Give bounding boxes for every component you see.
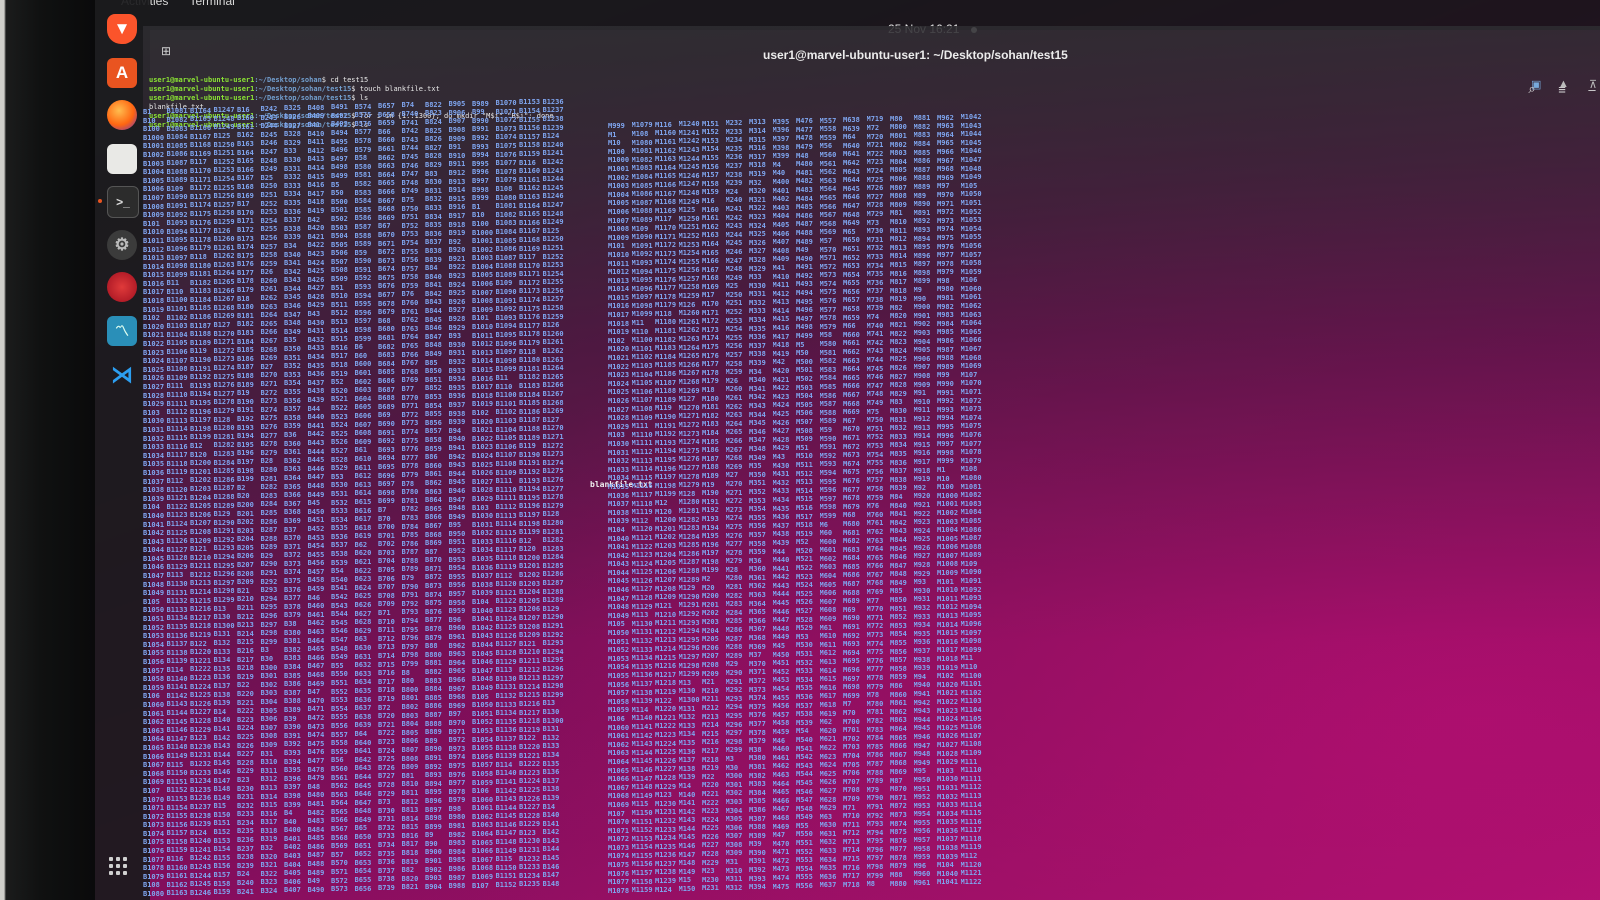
listing-column: M999 M1 M10 M100 M1000 M1001 M1002 M1003… — [608, 122, 630, 895]
listing-column: B1164 B1165 B1166 B1167 B1168 B1169 B117… — [190, 106, 212, 897]
listing-column: B989 B99 B990 B991 B992 B993 B994 B995 B… — [472, 99, 494, 890]
listing-column: M1240 M1241 M1242 M1243 M1244 M1245 M124… — [678, 120, 700, 894]
listing-column: M1079 M108 M1080 M1081 M1082 M1083 M1084… — [631, 121, 653, 895]
prompt-path: :~/Desktop/sohan/test15 — [254, 85, 352, 93]
listing-column: M557 M558 M559 M56 M560 M561 M562 M563 M… — [819, 116, 837, 890]
listing-column: M116 M1160 M1161 M1162 M1163 M1164 M1165… — [655, 120, 677, 894]
command-text: $ ls — [351, 94, 369, 102]
desktop-screen: Activities Terminal 25 Nov 16:21 ▼ A >_ … — [95, 0, 1600, 900]
listing-column: B657 B658 B659 B66 B660 B661 B662 B663 B… — [378, 102, 395, 893]
firefox-icon[interactable] — [107, 100, 137, 130]
listing-column: M638 M639 M64 M640 M641 M642 M643 M644 M… — [843, 116, 860, 889]
prompt-user: user1@marvel-ubuntu-user1 — [149, 76, 255, 84]
hamburger-menu-icon[interactable]: ≡ — [1551, 78, 1573, 100]
prompt-path: :~/Desktop/sohan/test15 — [254, 94, 352, 102]
settings-icon[interactable]: ⚙ — [107, 230, 137, 260]
directory-listing-left: B1 B10 B100 B1000 B1001 B1002 B1003 B100… — [143, 98, 566, 899]
listing-column: B1247 B1248 B1249 B125 B1250 B1251 B1252… — [213, 106, 235, 897]
listing-column: B822 B823 B824 B825 B826 B827 B828 B829 … — [425, 100, 442, 891]
listing-column: B74 B740 B741 B742 B743 B744 B745 B746 B… — [401, 101, 419, 892]
terminal-header: ⊞ user1@marvel-ubuntu-user1: ~/Desktop/s… — [143, 26, 1600, 97]
listing-column: B325 B326 B327 B328 B329 B33 B330 B331 B… — [284, 104, 301, 895]
terminal-title: user1@marvel-ubuntu-user1: ~/Desktop/soh… — [763, 48, 1068, 62]
listing-column: B242 B243 B244 B245 B246 B247 B248 B249 … — [260, 105, 278, 896]
terminal-icon[interactable]: >_ — [98, 186, 139, 218]
system-monitor-icon[interactable]: 〽 — [107, 316, 137, 346]
search-icon[interactable]: ⌕ — [1521, 78, 1543, 100]
prompt-user: user1@marvel-ubuntu-user1 — [149, 85, 255, 93]
listing-column: B1 B10 B100 B1000 B1001 B1002 B1003 B100… — [143, 108, 165, 899]
listing-column: B1236 B1237 B1238 B1239 B124 B1240 B1241… — [542, 97, 564, 888]
listing-column: M719 M72 M720 M721 M722 M723 M724 M725 M… — [866, 115, 884, 889]
show-apps-icon[interactable] — [109, 857, 127, 875]
command-line: user1@marvel-ubuntu-user1:~/Desktop/soha… — [149, 85, 554, 94]
listing-column: B1081 B1082 B1083 B1084 B1085 B1086 B108… — [166, 107, 188, 898]
listing-column: M881 M882 M883 M884 M885 M886 M887 M888 … — [913, 114, 931, 888]
app-center-icon[interactable]: A — [107, 58, 137, 88]
prompt-path: :~/Desktop/sohan — [254, 76, 322, 84]
terminal-window[interactable]: ⊞ user1@marvel-ubuntu-user1: ~/Desktop/s… — [143, 26, 1600, 900]
listing-column: B574 B575 B576 B577 B578 B579 B58 B580 B… — [354, 102, 372, 893]
raspberry-pi-icon[interactable] — [107, 272, 137, 302]
directory-listing-right: M999 M1 M10 M100 M1000 M1001 M1002 M1003… — [608, 113, 984, 895]
listing-column: M151 M152 M153 M154 M155 M156 M157 M158 … — [702, 119, 719, 893]
listing-column: M395 M396 M397 M398 M399 M4 M40 M400 M40… — [772, 117, 790, 891]
listing-column: B905 B906 B907 B908 B909 B91 B910 B911 B… — [448, 100, 466, 891]
listing-column: M962 M963 M964 M965 M966 M967 M968 M969 … — [937, 113, 959, 887]
listing-column: B16 B160 B161 B162 B163 B164 B165 B166 B… — [237, 105, 254, 896]
listing-column: B1153 B1154 B1155 B1156 B1157 B1158 B115… — [519, 98, 541, 889]
new-tab-icon[interactable]: ⊞ — [161, 44, 181, 62]
prompt-user: user1@marvel-ubuntu-user1 — [149, 94, 255, 102]
command-line: user1@marvel-ubuntu-user1:~/Desktop/soha… — [149, 76, 554, 85]
listing-column: B408 B409 B41 B410 B411 B412 B413 B414 B… — [307, 103, 325, 894]
files-icon[interactable] — [107, 144, 137, 174]
listing-column: M1042 M1043 M1044 M1045 M1046 M1047 M104… — [960, 113, 982, 886]
listing-column: M476 M477 M478 M479 M48 M480 M481 M482 M… — [796, 117, 813, 891]
listing-column: B491 B492 B493 B494 B495 B496 B497 B498 … — [331, 103, 348, 894]
monitor-bezel — [0, 0, 95, 900]
app-menu-label[interactable]: Terminal — [189, 0, 234, 8]
dock: ▼ A >_ ⚙ 〽 ⋊ — [95, 0, 150, 900]
command-text: $ touch blankfile.txt — [351, 85, 440, 93]
listing-column: M232 M233 M234 M235 M236 M237 M238 M239 … — [725, 119, 743, 892]
listing-column: B1070 B1071 B1072 B1073 B1074 B1075 B107… — [495, 99, 517, 890]
command-text: $ cd test15 — [321, 76, 369, 84]
vscode-icon[interactable]: ⋊ — [107, 360, 137, 390]
listing-column: M313 M314 M315 M316 M317 M318 M319 M32 M… — [749, 118, 766, 892]
brave-browser-icon[interactable]: ▼ — [107, 14, 137, 44]
listing-column: M80 M800 M801 M802 M803 M804 M805 M806 M… — [890, 114, 907, 888]
minimize-icon[interactable]: – — [1581, 78, 1600, 100]
